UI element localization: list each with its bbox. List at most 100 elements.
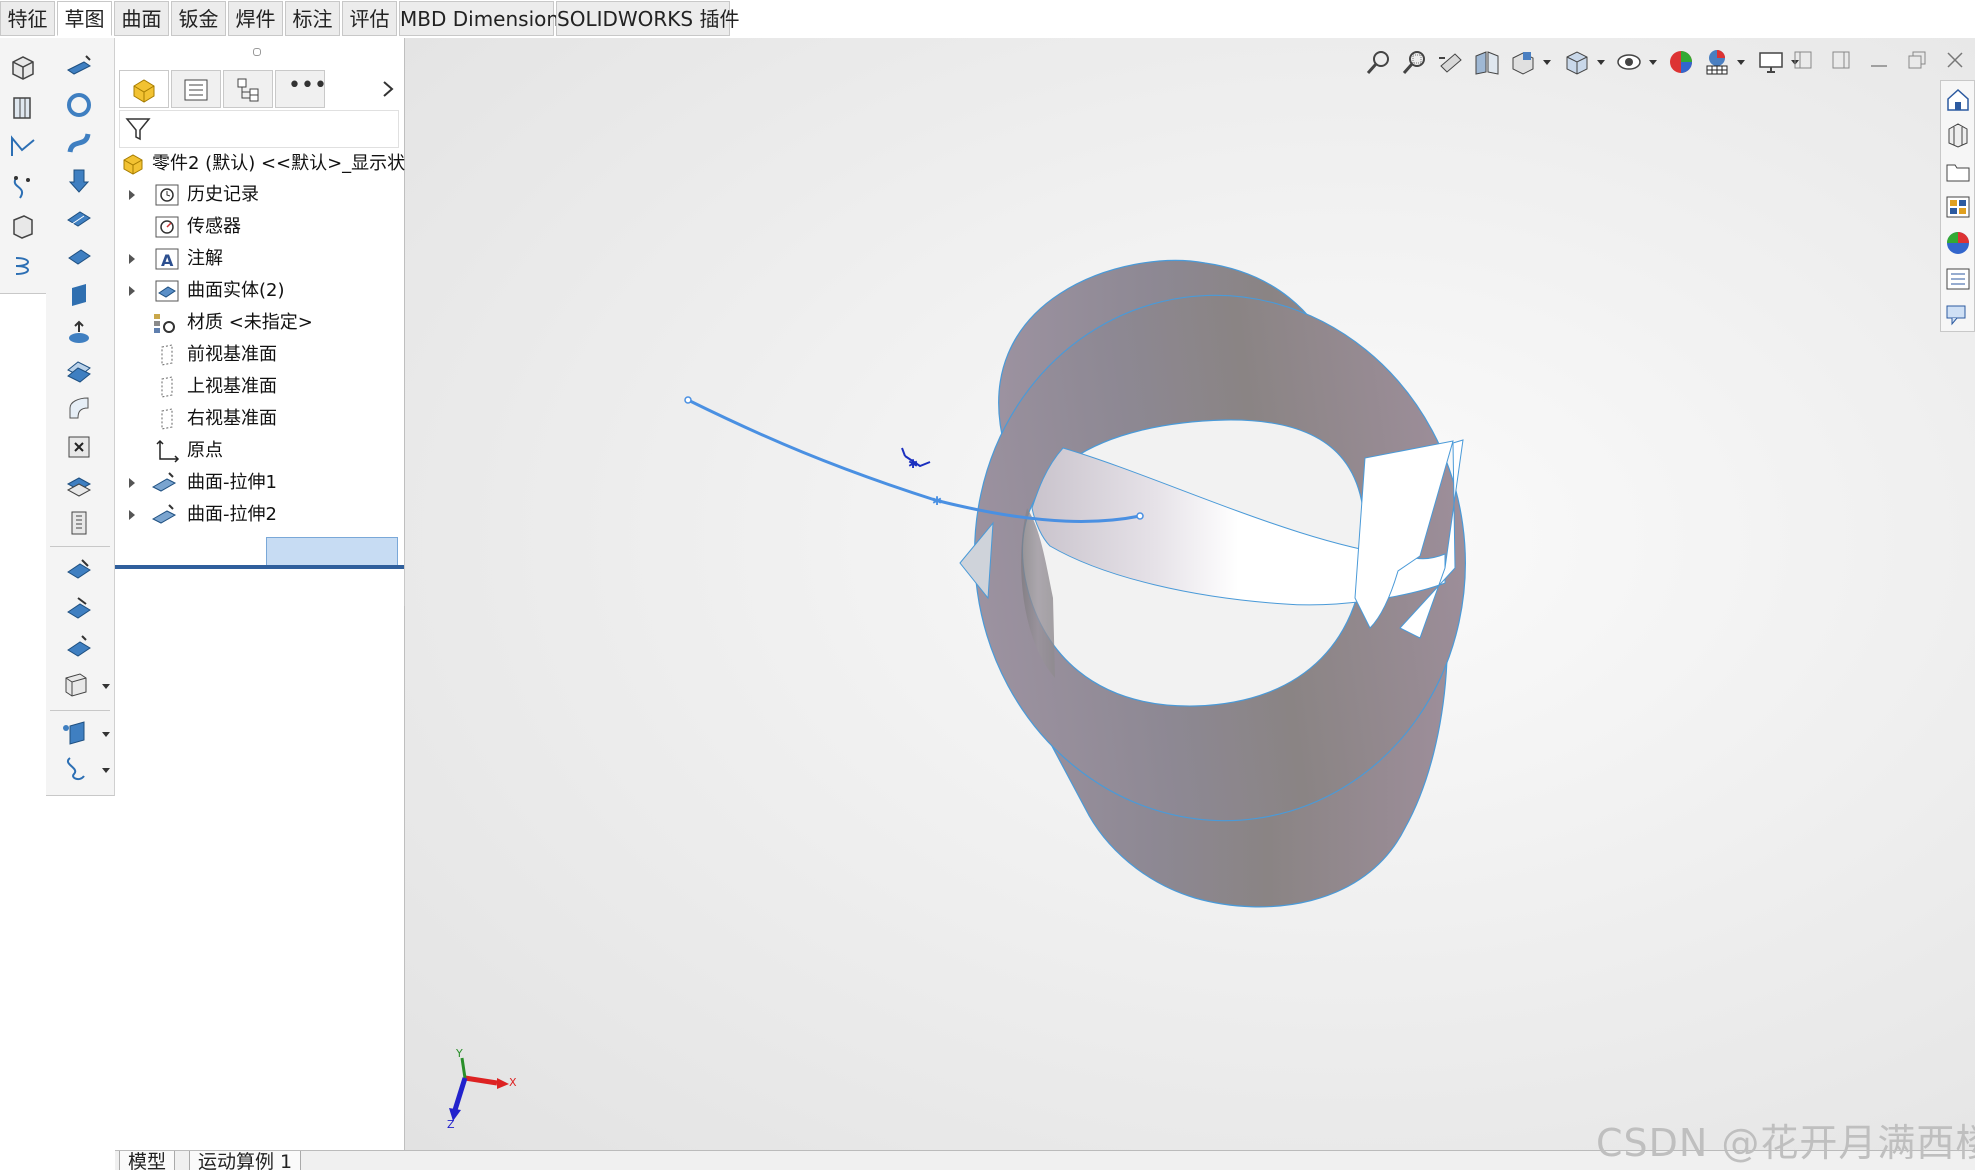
boundary-surface-icon[interactable] <box>64 204 94 234</box>
tree-root-part[interactable]: 零件2 (默认) <<默认>_显示状态 <box>115 150 423 178</box>
expand-caret-icon[interactable] <box>129 478 135 488</box>
revolved-boss-icon[interactable] <box>8 92 38 122</box>
tree-filter-box[interactable] <box>119 110 399 148</box>
tree-item-right-plane[interactable]: 右视基准面 <box>115 405 404 433</box>
untrim-surface-icon[interactable] <box>64 594 94 624</box>
expand-caret-icon[interactable] <box>129 254 135 264</box>
filled-surface-icon[interactable] <box>64 242 94 272</box>
tree-item-sensors[interactable]: 传感器 <box>115 213 404 241</box>
offset-surface-icon[interactable] <box>64 318 94 348</box>
origin-icon <box>156 439 180 463</box>
plane-icon <box>161 344 173 366</box>
planar-surface-icon[interactable] <box>64 280 94 310</box>
tree-item-label: 材质 <未指定> <box>187 312 313 333</box>
solidworks-resources-icon[interactable] <box>1944 85 1972 113</box>
feature-manager-tabs: ••• <box>119 70 399 108</box>
filter-icon[interactable] <box>124 115 152 143</box>
knit-surface-icon[interactable] <box>64 632 94 662</box>
trim-surface-icon[interactable] <box>64 556 94 586</box>
feature-manager-panel: ••• 零件2 (默认) <<默认>_显示状态 历史记录 传感器 A 注解 曲面… <box>115 38 423 1170</box>
graphics-area[interactable]: ✱ ✱ Y X Z <box>405 38 1975 1150</box>
tab-model[interactable]: 模型 <box>119 1151 176 1170</box>
expand-caret-icon[interactable] <box>129 286 135 296</box>
configuration-manager-tab[interactable] <box>223 70 273 108</box>
tab-annotations[interactable]: 标注 <box>285 1 340 36</box>
svg-text:A: A <box>161 251 174 270</box>
curves-dropdown-arrow[interactable] <box>102 768 110 773</box>
curve-endpoint-icon[interactable] <box>1136 512 1144 520</box>
tree-item-label: 传感器 <box>187 216 241 237</box>
triad-x-label: X <box>509 1076 517 1089</box>
triad-y-label: Y <box>456 1047 463 1060</box>
history-icon <box>155 184 179 206</box>
swept-boss-icon[interactable] <box>8 132 38 162</box>
property-manager-tab[interactable] <box>171 70 221 108</box>
tab-sheet-metal[interactable]: 钣金 <box>171 1 226 36</box>
sensor-icon <box>155 216 179 238</box>
extend-surface-icon[interactable] <box>64 508 94 538</box>
extruded-boss-icon[interactable] <box>8 52 38 82</box>
tree-item-material[interactable]: 材质 <未指定> <box>115 309 404 337</box>
revolved-surface-icon[interactable] <box>64 90 94 120</box>
curve-midpoint-marker-icon: ✱ <box>932 494 942 508</box>
property-manager-icon <box>184 79 208 101</box>
chevron-right-icon[interactable] <box>381 80 395 98</box>
lofted-boss-icon[interactable] <box>8 172 38 202</box>
expand-caret-icon[interactable] <box>129 190 135 200</box>
more-tab[interactable]: ••• <box>275 70 327 108</box>
tree-item-label: 曲面实体(2) <box>187 280 285 301</box>
tab-sketch[interactable]: 草图 <box>57 1 112 36</box>
tree-item-origin[interactable]: 原点 <box>115 437 404 465</box>
boundary-boss-icon[interactable] <box>8 212 38 242</box>
ruled-surface-icon[interactable] <box>64 356 94 386</box>
tree-item-label: 上视基准面 <box>187 376 277 397</box>
sketch-toolbar-column <box>0 38 47 294</box>
svg-text:✱: ✱ <box>908 457 918 471</box>
file-explorer-icon[interactable] <box>1944 157 1972 185</box>
surface-bodies-icon <box>155 280 179 302</box>
custom-properties-icon[interactable] <box>1944 265 1972 293</box>
tab-weldments[interactable]: 焊件 <box>228 1 283 36</box>
feature-manager-icon <box>133 79 155 103</box>
tree-item-surface-extrude2[interactable]: 曲面-拉伸2 <box>115 501 404 529</box>
tree-item-annotations[interactable]: A 注解 <box>115 245 404 273</box>
tree-item-surface-extrude1[interactable]: 曲面-拉伸1 <box>115 469 404 497</box>
swept-surface-icon[interactable] <box>64 128 94 158</box>
tab-evaluate[interactable]: 评估 <box>342 1 397 36</box>
view-palette-icon[interactable] <box>1944 193 1972 221</box>
curves-icon[interactable] <box>60 754 90 784</box>
extruded-surface-icon[interactable] <box>64 52 94 82</box>
tree-item-history[interactable]: 历史记录 <box>115 181 404 209</box>
material-icon <box>154 314 175 333</box>
tab-mbd-dimensions[interactable]: MBD Dimensions <box>399 1 569 36</box>
model-canvas[interactable]: ✱ ✱ <box>405 38 1975 1150</box>
lofted-surface-icon[interactable] <box>64 166 94 196</box>
thicken-icon[interactable] <box>60 670 90 700</box>
tree-item-front-plane[interactable]: 前视基准面 <box>115 341 404 369</box>
extruded-surface-icon <box>151 472 177 492</box>
tree-item-surface-bodies[interactable]: 曲面实体(2) <box>115 277 404 305</box>
design-library-icon[interactable] <box>1944 121 1972 149</box>
part-icon <box>123 154 143 175</box>
surface-flatten-icon[interactable] <box>64 394 94 424</box>
replace-face-icon[interactable] <box>64 470 94 500</box>
panel-collapse-handle[interactable] <box>253 48 261 56</box>
thicken-dropdown-arrow[interactable] <box>102 684 110 689</box>
configuration-manager-icon <box>237 78 259 102</box>
tab-features[interactable]: 特征 <box>0 1 55 36</box>
delete-face-icon[interactable] <box>64 432 94 462</box>
helix-icon[interactable] <box>8 252 38 282</box>
tree-item-top-plane[interactable]: 上视基准面 <box>115 373 404 401</box>
reference-geometry-icon[interactable] <box>60 718 90 748</box>
tab-solidworks-addins[interactable]: SOLIDWORKS 插件 <box>556 1 739 36</box>
appearances-icon[interactable] <box>1944 229 1972 257</box>
curve-endpoint-icon[interactable] <box>684 396 692 404</box>
reference-geometry-dropdown-arrow[interactable] <box>102 732 110 737</box>
feature-manager-tab[interactable] <box>119 70 169 108</box>
expand-caret-icon[interactable] <box>129 510 135 520</box>
rollback-bar[interactable] <box>115 565 404 569</box>
tab-motion-study[interactable]: 运动算例 1 <box>189 1151 302 1170</box>
more-icon: ••• <box>288 73 327 98</box>
forum-icon[interactable] <box>1944 301 1972 329</box>
tab-surfaces[interactable]: 曲面 <box>114 1 169 36</box>
